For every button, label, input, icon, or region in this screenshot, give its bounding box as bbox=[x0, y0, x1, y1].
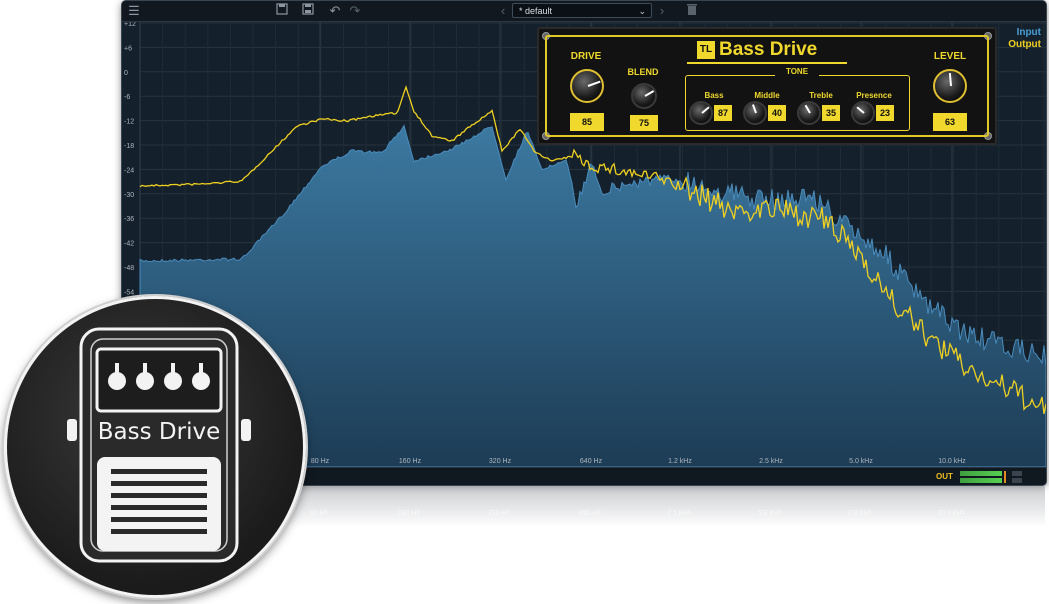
y-tick-label: -36 bbox=[124, 216, 134, 223]
y-tick-label: -42 bbox=[124, 241, 134, 248]
legend-input[interactable]: Input bbox=[1008, 27, 1041, 39]
save-as-icon[interactable] bbox=[300, 3, 316, 19]
badge-title: Bass Drive bbox=[97, 419, 221, 445]
prev-preset-icon[interactable]: ‹ bbox=[496, 3, 510, 19]
y-tick-label: -30 bbox=[124, 192, 134, 199]
x-tick-label: 1.2 kHz bbox=[668, 458, 692, 465]
bass-knob[interactable] bbox=[689, 101, 713, 125]
undo-icon[interactable]: ↶ bbox=[327, 3, 343, 19]
y-tick-label: -24 bbox=[124, 167, 134, 174]
pedal-title: Bass Drive bbox=[719, 39, 818, 60]
x-tick-label: 640 Hz bbox=[580, 458, 603, 465]
y-tick-label: -18 bbox=[124, 143, 134, 150]
out-label: OUT bbox=[936, 472, 953, 481]
legend-output[interactable]: Output bbox=[1008, 39, 1041, 51]
tone-group bbox=[685, 75, 910, 131]
treble-knob[interactable] bbox=[797, 101, 821, 125]
presence-value[interactable]: 23 bbox=[876, 105, 894, 121]
peak-indicator bbox=[1004, 471, 1006, 483]
title-underline bbox=[687, 62, 847, 64]
x-tick-label: 80 Hz bbox=[311, 458, 330, 465]
blend-value[interactable]: 75 bbox=[630, 115, 658, 131]
redo-icon[interactable]: ↷ bbox=[347, 3, 363, 19]
tl-logo: TL bbox=[697, 41, 715, 59]
treble-label: Treble bbox=[809, 91, 833, 100]
middle-value[interactable]: 40 bbox=[768, 105, 786, 121]
bass-drive-badge: Bass Drive bbox=[4, 296, 306, 598]
level-knob[interactable] bbox=[933, 69, 967, 103]
middle-knob[interactable] bbox=[743, 101, 767, 125]
pedal-icon bbox=[67, 327, 251, 563]
level-value[interactable]: 63 bbox=[933, 113, 967, 131]
preset-name: * default bbox=[519, 6, 553, 16]
x-tick-label: 2.5 kHz bbox=[759, 458, 783, 465]
menu-icon[interactable]: ☰ bbox=[126, 3, 142, 19]
y-tick-label: +6 bbox=[124, 45, 132, 52]
pedal-title-bar: TL Bass Drive bbox=[687, 39, 847, 64]
tone-label: TONE bbox=[775, 67, 819, 76]
x-tick-label: 5.0 kHz bbox=[849, 458, 873, 465]
out-meter-left bbox=[960, 471, 1002, 476]
y-tick-label: -48 bbox=[124, 265, 134, 272]
toolbar: ☰ ↶ ↷ ‹ * default ⌄ › bbox=[122, 1, 1046, 22]
spectrum-legend: Input Output bbox=[1008, 27, 1041, 51]
y-tick-label: -12 bbox=[124, 119, 134, 126]
presence-knob[interactable] bbox=[851, 101, 875, 125]
out-meter-right bbox=[960, 478, 1002, 483]
y-tick-label: +12 bbox=[124, 21, 136, 28]
level-label: LEVEL bbox=[933, 51, 967, 62]
blend-knob[interactable] bbox=[631, 83, 657, 109]
x-tick-label: 320 Hz bbox=[489, 458, 512, 465]
bass-label: Bass bbox=[704, 91, 724, 100]
drive-label: DRIVE bbox=[570, 51, 602, 62]
presence-label: Presence bbox=[856, 91, 892, 100]
clip-indicator[interactable] bbox=[1012, 471, 1022, 476]
next-preset-icon[interactable]: › bbox=[655, 3, 669, 19]
bass-drive-panel: TL Bass Drive TONE DRIVE 85 BLEND 75 Bas… bbox=[537, 27, 997, 145]
drive-value[interactable]: 85 bbox=[570, 113, 604, 131]
blend-label: BLEND bbox=[627, 67, 659, 77]
y-tick-label: 0 bbox=[124, 70, 128, 77]
bass-value[interactable]: 87 bbox=[714, 105, 732, 121]
x-tick-label: 10.0 kHz bbox=[938, 458, 966, 465]
save-icon[interactable] bbox=[274, 3, 290, 19]
drive-knob[interactable] bbox=[570, 69, 604, 103]
middle-label: Middle bbox=[754, 91, 780, 100]
dropdown-icon[interactable]: ⌄ bbox=[638, 4, 646, 19]
treble-value[interactable]: 35 bbox=[822, 105, 840, 121]
y-tick-label: -54 bbox=[124, 289, 134, 296]
clip-indicator[interactable] bbox=[1012, 478, 1022, 483]
x-tick-label: 160 Hz bbox=[399, 458, 422, 465]
trash-icon[interactable] bbox=[684, 3, 700, 19]
y-tick-label: -6 bbox=[124, 94, 130, 101]
preset-selector[interactable]: * default ⌄ bbox=[512, 3, 652, 18]
